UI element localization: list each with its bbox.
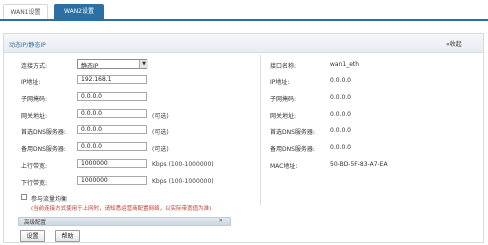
- dns2-label: 备用DNS服务器:: [21, 146, 66, 153]
- mask-input[interactable]: 0.0.0.0: [77, 92, 147, 101]
- tab-wan2-settings[interactable]: WAN2设置: [54, 4, 104, 19]
- dns1-input[interactable]: 0.0.0.0: [77, 125, 147, 134]
- help-button[interactable]: 帮助: [55, 230, 80, 242]
- save-button[interactable]: 设置: [20, 230, 45, 242]
- double-chevron-down-icon[interactable]: »: [219, 217, 223, 224]
- collapse-toggle[interactable]: «收起: [446, 39, 462, 48]
- gateway-status-value: 0.0.0.0: [330, 111, 351, 118]
- dns2-status-value: 0.0.0.0: [330, 144, 351, 151]
- advanced-config-bar[interactable]: [18, 217, 231, 226]
- download-hint: Kbps (100-1000000): [152, 178, 214, 185]
- dns1-status-value: 0.0.0.0: [330, 127, 351, 134]
- mask-label: 子网掩码:: [21, 96, 48, 103]
- mask-status-label: 子网掩码:: [270, 96, 297, 103]
- gateway-label: 网关地址:: [21, 113, 48, 120]
- dns1-hint: (可选): [152, 129, 169, 136]
- dns2-status-label: 备用DNS服务器:: [270, 146, 315, 153]
- download-bandwidth-input[interactable]: 1000000: [77, 176, 147, 185]
- connection-type-label: 连接方式:: [21, 63, 48, 70]
- gateway-input[interactable]: 0.0.0.0: [77, 109, 147, 118]
- dns2-input[interactable]: 0.0.0.0: [77, 142, 147, 151]
- iface-value: wan1_eth: [330, 61, 360, 68]
- dropdown-arrow-icon[interactable]: ▼: [139, 60, 148, 68]
- ip-label: IP地址:: [21, 79, 41, 86]
- connection-type-value: 静态IP: [81, 63, 99, 70]
- mac-label: MAC地址:: [270, 163, 298, 170]
- ip-status-label: IP地址:: [270, 79, 290, 86]
- ip-status-value: 0.0.0.0: [330, 77, 351, 84]
- ip-input[interactable]: 192.168.1: [77, 75, 147, 84]
- column-divider: [260, 55, 261, 205]
- gateway-hint: (可选): [152, 113, 169, 120]
- bandwidth-note: (当前连接方式使用于上网时，请知悉运营商配置网络，以实际带宽值为准): [31, 206, 212, 212]
- load-balance-label: 参与流量均衡: [31, 196, 68, 203]
- mac-value: 50-BD-5F-83-A7-EA: [330, 161, 388, 168]
- dns2-hint: (可选): [152, 146, 169, 153]
- load-balance-checkbox[interactable]: [21, 194, 27, 200]
- upload-label: 上行带宽:: [21, 163, 48, 170]
- collapse-label: 收起: [449, 41, 462, 48]
- mask-status-value: 0.0.0.0: [330, 94, 351, 101]
- upload-bandwidth-input[interactable]: 1000000: [77, 159, 147, 168]
- download-label: 下行带宽:: [21, 180, 48, 187]
- iface-label: 接口名称:: [270, 63, 297, 70]
- dns1-label: 首选DNS服务器:: [21, 129, 66, 136]
- upload-hint: Kbps (100-1000000): [152, 161, 214, 168]
- tab-wan1-settings[interactable]: WAN1设置: [3, 4, 48, 20]
- tab-underline: [0, 19, 488, 21]
- panel-header: [4, 34, 483, 53]
- gateway-status-label: 网关地址:: [270, 113, 297, 120]
- advanced-config-label: 高级配置: [24, 220, 47, 226]
- dns1-status-label: 首选DNS服务器:: [270, 129, 315, 136]
- panel-title: 动态IP/静态IP: [9, 42, 46, 49]
